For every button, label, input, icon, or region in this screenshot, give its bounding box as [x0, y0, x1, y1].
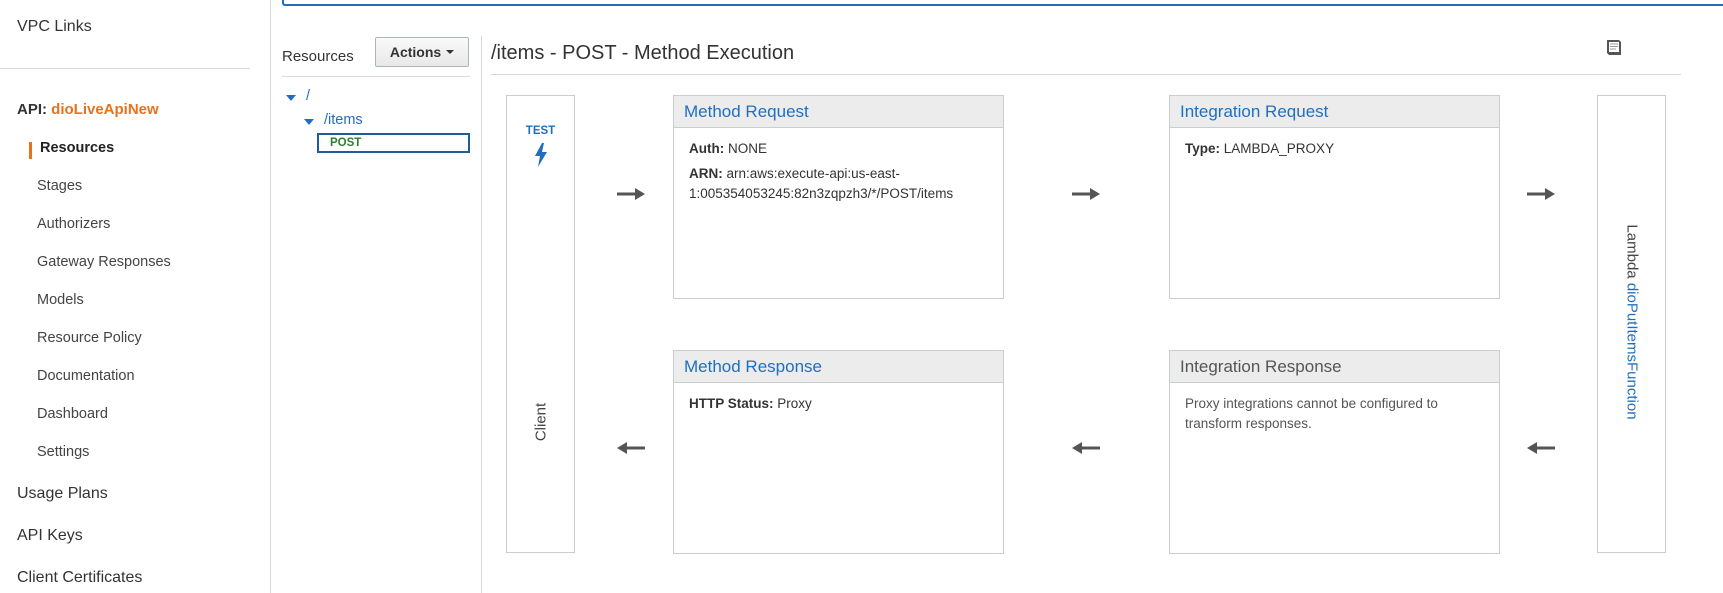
nav-item-stages[interactable]: Stages: [37, 178, 82, 194]
tree-node-root[interactable]: /: [306, 88, 310, 104]
nav-item-authorizers[interactable]: Authorizers: [37, 216, 110, 232]
arrow-left-icon: [1527, 442, 1555, 454]
nav-item-settings[interactable]: Settings: [37, 444, 89, 460]
integration-request-card: Integration Request Type: LAMBDA_PROXY: [1169, 95, 1500, 299]
arn-key: ARN:: [689, 166, 723, 181]
page-title: /items - POST - Method Execution: [491, 42, 795, 64]
method-response-link[interactable]: Method Response: [674, 351, 1003, 383]
client-label: Client: [532, 402, 550, 442]
integration-response-note: Proxy integrations cannot be configured …: [1185, 396, 1438, 431]
http-status-value: Proxy: [777, 396, 812, 411]
active-indicator: [29, 142, 32, 159]
nav-item-models[interactable]: Models: [37, 292, 84, 308]
api-label: API: dioLiveApiNew: [17, 101, 159, 118]
arrow-right-icon: [1527, 188, 1555, 200]
nav-api-keys[interactable]: API Keys: [17, 527, 83, 545]
method-response-card: Method Response HTTP Status: Proxy: [673, 350, 1004, 554]
tree-caret-icon[interactable]: [304, 119, 314, 125]
nav-item-documentation[interactable]: Documentation: [37, 368, 135, 384]
integration-request-link[interactable]: Integration Request: [1170, 96, 1499, 128]
nav-item-gateway-responses[interactable]: Gateway Responses: [37, 254, 171, 270]
left-navigation: VPC Links API: dioLiveApiNew Resources S…: [0, 0, 271, 593]
resources-divider: [282, 76, 470, 77]
tree-node-post[interactable]: POST: [317, 133, 470, 153]
integration-response-title: Integration Response: [1170, 351, 1499, 383]
actions-button[interactable]: Actions: [375, 37, 469, 67]
nav-client-certificates[interactable]: Client Certificates: [17, 569, 142, 587]
nav-vpc-links[interactable]: VPC Links: [17, 18, 92, 36]
arrow-left-icon: [617, 442, 645, 454]
top-frame: [282, 0, 1723, 6]
nav-item-resources[interactable]: Resources: [40, 140, 114, 156]
api-prefix: API:: [17, 101, 47, 118]
caret-down-icon: [446, 50, 455, 54]
http-status-key: HTTP Status:: [689, 396, 774, 411]
client-test-box[interactable]: TEST Client: [506, 95, 575, 553]
nav-divider: [0, 68, 250, 69]
resources-title: Resources: [282, 48, 354, 65]
tree-caret-icon[interactable]: [286, 95, 296, 101]
resources-panel: Resources Actions / /items POST: [282, 36, 470, 593]
auth-value: NONE: [728, 141, 768, 156]
arrow-right-icon: [1072, 188, 1100, 200]
lambda-label: Lambda dioPutItemsFunction: [1624, 224, 1641, 419]
method-request-link[interactable]: Method Request: [674, 96, 1003, 128]
arrow-right-icon: [617, 188, 645, 200]
type-value: LAMBDA_PROXY: [1223, 141, 1335, 156]
title-divider: [491, 74, 1681, 75]
actions-label: Actions: [389, 44, 442, 60]
nav-usage-plans[interactable]: Usage Plans: [17, 485, 108, 503]
lambda-function-link[interactable]: dioPutItemsFunction: [1624, 283, 1641, 420]
method-request-card: Method Request Auth: NONE ARN: arn:aws:e…: [673, 95, 1004, 299]
arn-value: arn:aws:execute-api:us-east-1:0053540532…: [689, 166, 954, 201]
test-label[interactable]: TEST: [507, 125, 574, 137]
api-name[interactable]: dioLiveApiNew: [51, 101, 159, 118]
nav-item-dashboard[interactable]: Dashboard: [37, 406, 108, 422]
book-icon[interactable]: [1603, 38, 1625, 58]
tree-node-items[interactable]: /items: [324, 112, 363, 128]
integration-response-card: Integration Response Proxy integrations …: [1169, 350, 1500, 554]
lambda-box: Lambda dioPutItemsFunction: [1597, 95, 1666, 553]
nav-item-resource-policy[interactable]: Resource Policy: [37, 330, 142, 346]
auth-key: Auth:: [689, 141, 725, 156]
type-key: Type:: [1185, 141, 1221, 156]
arrow-left-icon: [1072, 442, 1100, 454]
lightning-icon: [535, 143, 547, 167]
panel-divider: [481, 36, 482, 593]
lambda-prefix: Lambda: [1623, 224, 1641, 279]
